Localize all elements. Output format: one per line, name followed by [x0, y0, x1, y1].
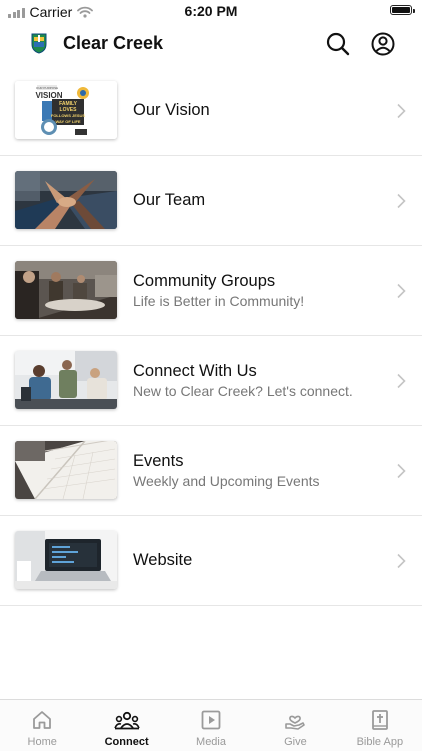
- chevron-right-icon: [397, 103, 406, 119]
- item-title: Community Groups: [133, 272, 276, 290]
- status-bar: Carrier 6:20 PM: [0, 0, 422, 22]
- tab-label: Bible App: [356, 736, 404, 748]
- item-text: Website: [133, 516, 192, 605]
- search-icon[interactable]: [325, 31, 351, 57]
- connect-thumbnail: [15, 351, 117, 409]
- battery-icon: [390, 5, 415, 15]
- item-title: Connect With Us: [133, 362, 257, 380]
- chevron-right-icon: [397, 373, 406, 389]
- app-title: Clear Creek: [63, 33, 164, 53]
- tab-bar: Home Connect Media Give Bible App: [0, 699, 422, 751]
- tab-label: Give: [284, 736, 307, 748]
- tab-label: Home: [27, 736, 57, 748]
- list-item-our-team[interactable]: Our Team: [0, 156, 422, 246]
- list-item-our-vision[interactable]: OUR PURPOSE VISION FAMILY LOVES FOLLOWS …: [0, 66, 422, 156]
- svg-text:WAY OF LIFE: WAY OF LIFE: [55, 119, 80, 124]
- item-title: Our Vision: [133, 101, 210, 119]
- item-title: Our Team: [133, 191, 206, 209]
- list-item-community-groups[interactable]: Community Groups Life is Better in Commu…: [0, 246, 422, 336]
- svg-text:FOLLOWS JESUS: FOLLOWS JESUS: [51, 113, 86, 118]
- chevron-right-icon: [397, 283, 406, 299]
- chevron-right-icon: [397, 193, 406, 209]
- item-subtitle: Weekly and Upcoming Events: [133, 473, 320, 489]
- list-item-events[interactable]: Events Weekly and Upcoming Events: [0, 426, 422, 516]
- tab-bible-app[interactable]: Bible App: [338, 700, 422, 751]
- church-logo-icon: [31, 33, 47, 54]
- give-hand-icon: [285, 715, 306, 730]
- chevron-right-icon: [397, 463, 406, 479]
- connect-list: OUR PURPOSE VISION FAMILY LOVES FOLLOWS …: [0, 66, 422, 606]
- item-title: Events: [133, 452, 184, 470]
- tab-label: Connect: [104, 736, 149, 748]
- item-text: Our Vision: [133, 66, 210, 155]
- events-thumbnail: [15, 441, 117, 499]
- list-item-website[interactable]: Website: [0, 516, 422, 606]
- tab-label: Media: [196, 736, 226, 748]
- tab-home[interactable]: Home: [0, 700, 84, 751]
- item-text: Connect With Us New to Clear Creek? Let'…: [133, 336, 353, 425]
- chevron-right-icon: [397, 553, 406, 569]
- community-groups-thumbnail: [15, 261, 117, 319]
- item-text: Events Weekly and Upcoming Events: [133, 426, 320, 515]
- item-text: Our Team: [133, 156, 205, 245]
- account-icon[interactable]: [370, 31, 396, 57]
- tab-connect[interactable]: Connect: [84, 700, 168, 751]
- item-subtitle: New to Clear Creek? Let's connect.: [133, 383, 353, 399]
- people-icon: [113, 711, 140, 730]
- team-thumbnail: [15, 171, 117, 229]
- vision-thumbnail: OUR PURPOSE VISION FAMILY LOVES FOLLOWS …: [15, 81, 117, 139]
- play-icon: [201, 710, 221, 730]
- list-item-connect-with-us[interactable]: Connect With Us New to Clear Creek? Let'…: [0, 336, 422, 426]
- home-icon: [33, 711, 52, 729]
- bible-icon: [371, 710, 388, 730]
- item-subtitle: Life is Better in Community!: [133, 293, 305, 309]
- app-header: Clear Creek: [0, 22, 422, 66]
- item-text: Community Groups Life is Better in Commu…: [133, 246, 304, 335]
- status-time: 6:20 PM: [184, 3, 238, 19]
- svg-text:VISION: VISION: [35, 91, 62, 100]
- website-thumbnail: [15, 531, 117, 589]
- item-title: Website: [133, 551, 193, 569]
- svg-text:OUR PURPOSE: OUR PURPOSE: [36, 86, 58, 90]
- tab-media[interactable]: Media: [169, 700, 253, 751]
- tab-give[interactable]: Give: [253, 700, 337, 751]
